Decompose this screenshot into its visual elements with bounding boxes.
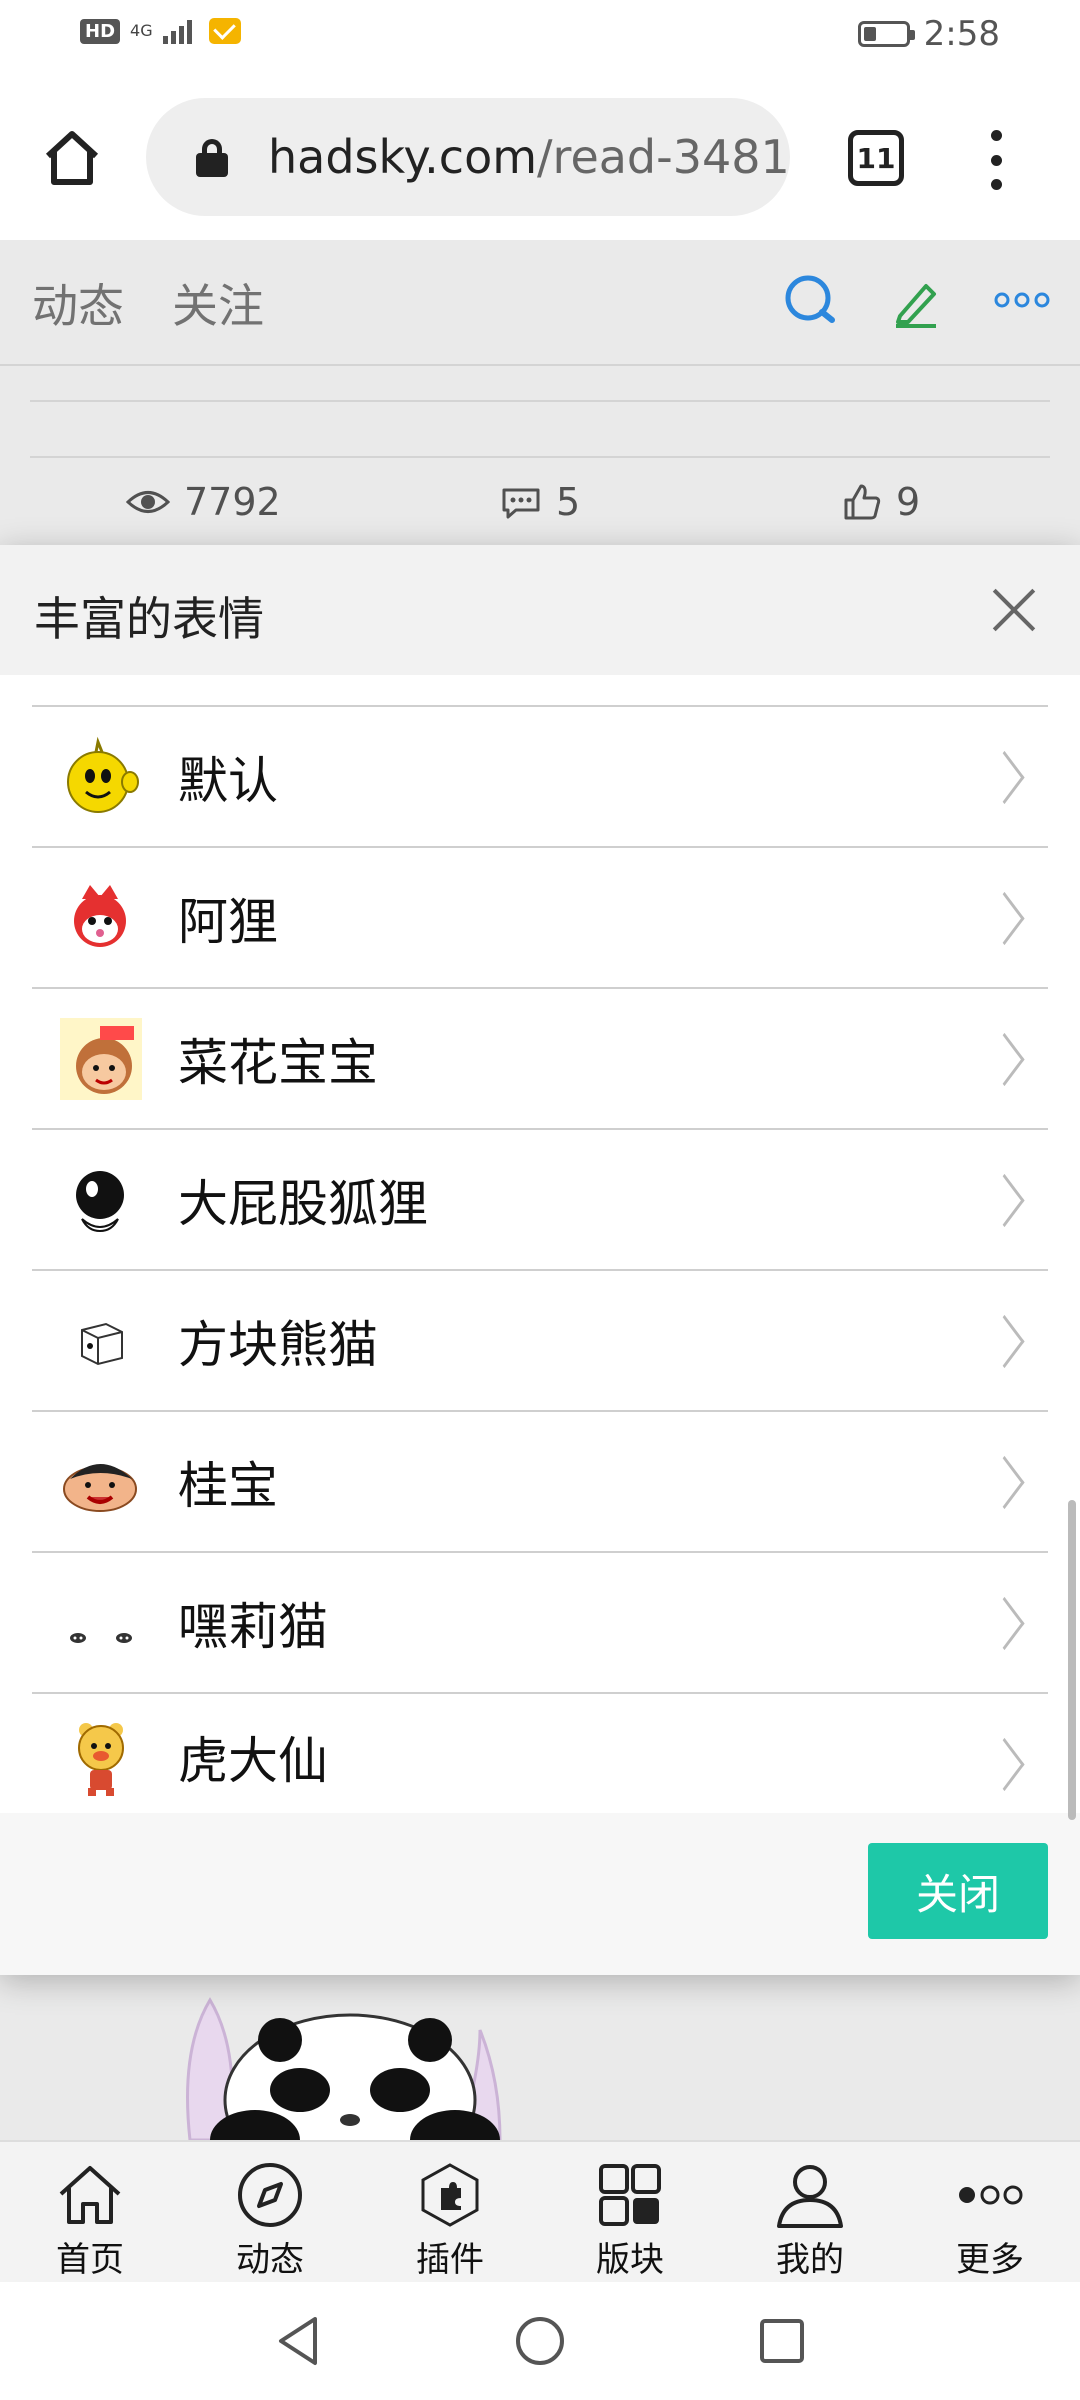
- nav-label: 首页: [56, 2240, 124, 2280]
- nav-mine[interactable]: 我的: [720, 2142, 900, 2282]
- list-item[interactable]: 嘿莉猫: [32, 1551, 1048, 1692]
- url-path: /read-3481: [537, 130, 790, 184]
- network-indicator: 4G: [130, 21, 153, 40]
- scrollbar[interactable]: [1068, 1500, 1076, 1820]
- nav-label: 我的: [776, 2240, 844, 2280]
- list-item[interactable]: 阿狸: [32, 846, 1048, 987]
- emoji-set-label: 桂宝: [178, 1456, 278, 1515]
- status-bar: HD 4G 2:58: [0, 0, 1080, 72]
- compass-icon: [238, 2163, 302, 2227]
- status-right: 2:58: [857, 14, 1000, 54]
- home-icon[interactable]: [40, 126, 104, 190]
- nav-dynamic[interactable]: 动态: [180, 2142, 360, 2282]
- tab-switcher-button[interactable]: 11: [848, 130, 904, 186]
- system-navigation-bar: [0, 2282, 1080, 2400]
- status-left: HD 4G: [80, 18, 241, 44]
- more-icon: [959, 2185, 1023, 2205]
- list-item[interactable]: 虎大仙: [32, 1692, 1048, 1820]
- grid-icon: [599, 2164, 661, 2226]
- ali-fox-icon: [74, 884, 126, 947]
- emoji-set-label: 阿狸: [178, 892, 278, 951]
- chevron-right-icon: [994, 1740, 1024, 1790]
- nav-label: 动态: [236, 2240, 304, 2280]
- nav-sections[interactable]: 版块: [540, 2142, 720, 2282]
- close-button[interactable]: 关闭: [868, 1843, 1048, 1939]
- list-item[interactable]: 桂宝: [32, 1410, 1048, 1551]
- chevron-right-icon: [994, 1176, 1024, 1226]
- nav-label: 版块: [596, 2240, 664, 2280]
- tiger-immortal-icon: [78, 1723, 124, 1796]
- browser-menu-icon[interactable]: [984, 130, 1008, 190]
- chevron-right-icon: [994, 753, 1024, 803]
- user-icon: [777, 2165, 843, 2228]
- chevron-right-icon: [994, 894, 1024, 944]
- nav-label: 更多: [956, 2240, 1024, 2280]
- cube-panda-icon: [81, 1322, 123, 1365]
- puzzle-icon: [421, 2163, 479, 2227]
- emoji-set-label: 嘿莉猫: [178, 1597, 328, 1656]
- emoji-set-list: 默认 阿狸 菜花宝宝 大屁股狐狸 方块熊猫 桂宝 嘿莉猫 虎大仙: [32, 705, 1048, 1820]
- emoji-set-label: 菜花宝宝: [178, 1033, 378, 1092]
- home-icon: [59, 2166, 121, 2224]
- lock-icon: [196, 139, 228, 177]
- nav-plugins[interactable]: 插件: [360, 2142, 540, 2282]
- chevron-right-icon: [994, 1035, 1024, 1085]
- browser-toolbar: hadsky.com/read-3481 11: [0, 72, 1080, 240]
- big-butt-fox-icon: [76, 1170, 124, 1232]
- nav-label: 插件: [416, 2240, 484, 2280]
- heili-cat-icon: [70, 1632, 132, 1643]
- hd-badge: HD: [80, 18, 121, 44]
- battery-icon: [857, 21, 915, 47]
- back-icon[interactable]: [273, 2313, 323, 2369]
- url-host: hadsky.com: [268, 130, 538, 184]
- emoji-set-label: 方块熊猫: [178, 1315, 378, 1374]
- list-item[interactable]: 大屁股狐狸: [32, 1128, 1048, 1269]
- emoji-set-label: 默认: [178, 751, 278, 810]
- list-item[interactable]: 菜花宝宝: [32, 987, 1048, 1128]
- clock: 2:58: [923, 14, 1000, 54]
- dialog-header: 丰富的表情: [0, 545, 1080, 675]
- battery-level: [863, 27, 876, 41]
- panda-sticker-image: [186, 1997, 502, 2140]
- dialog-footer: 关闭: [0, 1813, 1080, 1975]
- emoji-set-label: 虎大仙: [178, 1732, 328, 1790]
- emoji-set-label: 大屁股狐狸: [178, 1174, 428, 1233]
- dialog-title: 丰富的表情: [34, 592, 264, 646]
- url-text[interactable]: hadsky.com/read-3481: [268, 130, 790, 184]
- nav-home[interactable]: 首页: [0, 2142, 180, 2282]
- bottom-navigation: 首页 动态 插件 版块 我的 更多: [0, 2140, 1080, 2282]
- list-item[interactable]: 默认: [32, 705, 1048, 846]
- mail-notification-icon: [208, 18, 241, 44]
- chevron-right-icon: [994, 1458, 1024, 1508]
- nav-more[interactable]: 更多: [900, 2142, 1080, 2282]
- home-circle-icon[interactable]: [513, 2314, 567, 2368]
- list-item[interactable]: 方块熊猫: [32, 1269, 1048, 1410]
- caihua-baby-icon: [60, 1017, 142, 1100]
- chevron-right-icon: [994, 1317, 1024, 1367]
- close-icon[interactable]: [990, 587, 1036, 633]
- address-bar[interactable]: hadsky.com/read-3481: [146, 98, 790, 216]
- recents-icon[interactable]: [757, 2316, 807, 2366]
- chevron-right-icon: [994, 1599, 1024, 1649]
- emoji-picker-dialog: 丰富的表情 默认 阿狸 菜花宝宝 大屁股狐狸 方块熊猫 桂宝 嘿莉猫 虎大仙 关…: [0, 545, 1080, 1975]
- guibao-icon: [63, 1463, 137, 1512]
- default-emoji-icon: [67, 736, 139, 813]
- signal-icon: [162, 20, 192, 44]
